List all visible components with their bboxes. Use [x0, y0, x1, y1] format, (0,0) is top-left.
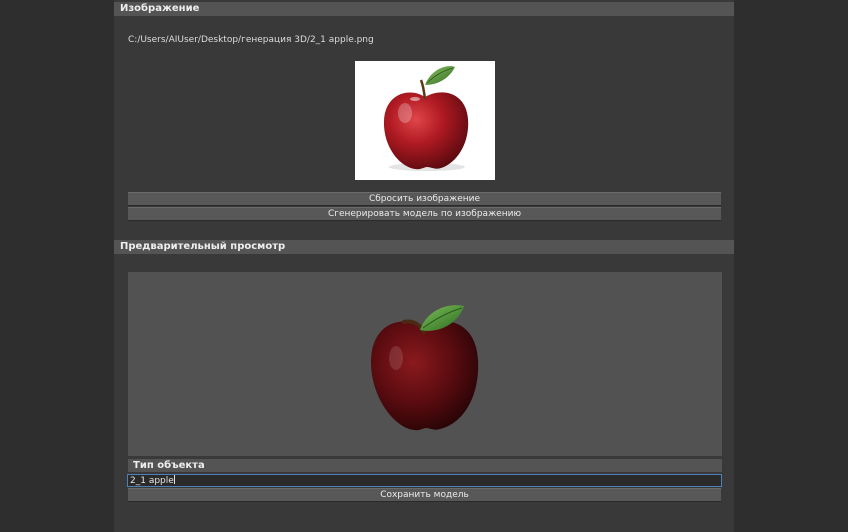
generate-model-button[interactable]: Сгенерировать модель по изображению	[128, 207, 721, 221]
image-file-path: C:/Users/AIUser/Desktop/генерация 3D/2_1…	[128, 35, 374, 45]
object-name-input[interactable]: 2_1 apple	[127, 474, 722, 487]
preview-section-header[interactable]: Предварительный просмотр	[114, 240, 734, 254]
text-caret	[173, 475, 175, 484]
image-thumbnail	[355, 61, 495, 180]
object-name-value: 2_1 apple	[130, 476, 174, 486]
model-preview-viewport[interactable]	[128, 272, 722, 456]
object-type-label: Тип объекта	[128, 459, 722, 472]
reset-image-button[interactable]: Сбросить изображение	[128, 192, 721, 206]
apple-3d-model-icon	[370, 305, 479, 431]
apple-thumbnail-icon	[383, 66, 469, 171]
image-section-header[interactable]: Изображение	[114, 2, 734, 16]
save-model-button[interactable]: Сохранить модель	[128, 488, 721, 502]
